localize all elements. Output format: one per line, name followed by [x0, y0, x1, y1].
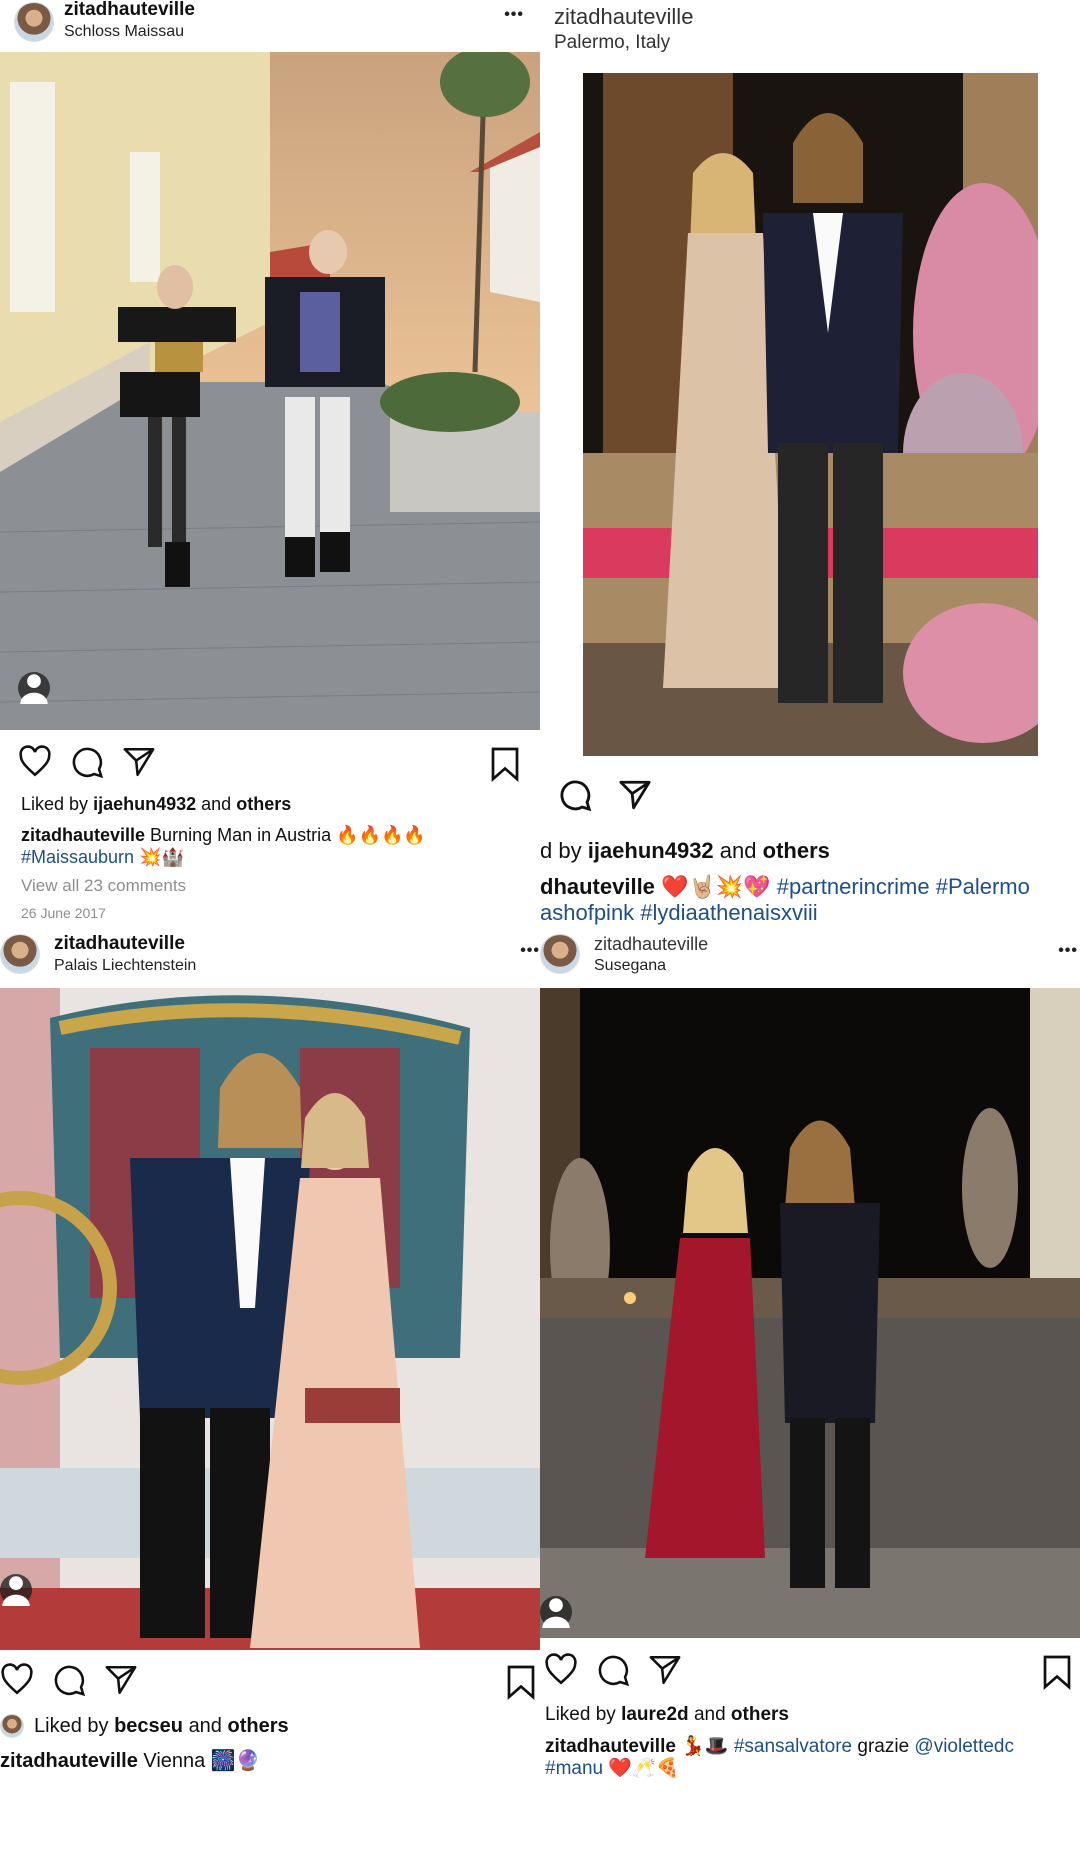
avatar[interactable] [540, 934, 580, 974]
post-header: zitadhauteville Palais Liechtenstein ••• [0, 930, 540, 978]
post-location[interactable]: Susegana [594, 957, 708, 975]
liked-prefix: d by [540, 838, 582, 863]
liked-others-link[interactable]: others [731, 1704, 789, 1725]
liked-and: and [201, 794, 232, 814]
caption-username[interactable]: dhauteville [540, 874, 655, 899]
avatar[interactable] [14, 2, 54, 42]
post-actions [0, 1663, 156, 1697]
liked-by-avatar[interactable] [0, 1714, 24, 1738]
more-icon[interactable]: ••• [1058, 942, 1078, 960]
caption-emoji: ❤️🤘🏼💥💖 [661, 874, 771, 899]
bookmark-icon[interactable] [1042, 1654, 1072, 1690]
garden-photo [583, 73, 1038, 756]
caption-line-1: zitadhauteville Vienna 🎆🔮 [0, 1750, 261, 1772]
comment-icon[interactable] [558, 778, 592, 812]
tagged-user-icon[interactable] [18, 672, 50, 704]
liked-prefix: Liked by [34, 1714, 109, 1737]
post-date: 26 June 2017 [21, 905, 106, 921]
post-actions [558, 778, 670, 812]
carriage-photo [0, 988, 540, 1650]
post-location[interactable]: Palais Liechtenstein [54, 957, 196, 975]
liked-user-link[interactable]: ijaehun4932 [588, 838, 714, 863]
caption-line-1: zitadhauteville 💃🎩 #sansalvatore grazie … [545, 1736, 1014, 1758]
post-schloss-maissau: zitadhauteville Schloss Maissau ••• Like… [0, 0, 540, 930]
caption-line-2: #manu ❤️🥂🍕 [545, 1758, 679, 1780]
post-palais-liechtenstein: zitadhauteville Palais Liechtenstein ••• [0, 930, 540, 1852]
post-header: zitadhauteville Schloss Maissau ••• [0, 0, 540, 44]
tagged-user-icon[interactable] [0, 1574, 32, 1606]
post-photo[interactable] [0, 988, 540, 1650]
liked-others-link[interactable]: others [236, 794, 291, 814]
post-actions [18, 745, 174, 779]
share-icon[interactable] [104, 1663, 138, 1697]
liked-and: and [693, 1704, 726, 1725]
post-location[interactable]: Palermo, Italy [554, 32, 693, 54]
night-terrace-photo [540, 988, 1080, 1638]
caption-text: Vienna 🎆🔮 [143, 1750, 261, 1772]
street-photo [0, 52, 540, 730]
post-location[interactable]: Schloss Maissau [64, 23, 195, 41]
comment-icon[interactable] [52, 1663, 86, 1697]
caption-line-2: #Maissauburn 💥🏰 [21, 846, 184, 868]
caption-emoji: 💃🎩 [681, 1736, 729, 1757]
hashtag-link[interactable]: #manu [545, 1758, 603, 1779]
more-icon[interactable]: ••• [504, 6, 524, 24]
liked-others-link[interactable]: others [763, 838, 830, 863]
post-username[interactable]: zitadhauteville [594, 934, 708, 955]
likes-summary: d by ijaehun4932 and others [540, 838, 830, 864]
share-icon[interactable] [122, 745, 156, 779]
caption-line-2: ashofpink #lydiaathenaisxviii [540, 900, 818, 926]
post-username[interactable]: zitadhauteville [554, 4, 693, 30]
caption-emoji: ❤️🥂🍕 [608, 1758, 680, 1779]
post-actions [544, 1653, 700, 1687]
view-comments-link[interactable]: View all 23 comments [21, 876, 186, 896]
tagged-user-icon[interactable] [540, 1596, 572, 1628]
post-photo[interactable] [0, 52, 540, 730]
hashtag-link[interactable]: #Maissauburn [21, 847, 134, 867]
bookmark-icon[interactable] [490, 746, 520, 782]
caption-emoji: 💥🏰 [139, 847, 184, 867]
hashtag-link[interactable]: #sansalvatore [734, 1736, 852, 1757]
more-icon[interactable]: ••• [520, 942, 540, 960]
post-palermo: zitadhauteville Palermo, Italy d by ijae… [540, 0, 1080, 930]
comment-icon[interactable] [596, 1653, 630, 1687]
post-susegana: zitadhauteville Susegana ••• Liked by la… [540, 930, 1080, 1852]
likes-summary: Liked by ijaehun4932 and others [21, 794, 291, 815]
post-photo[interactable] [583, 73, 1038, 756]
liked-prefix: Liked by [545, 1704, 616, 1725]
liked-user-link[interactable]: laure2d [621, 1704, 689, 1725]
caption-text: Burning Man in Austria 🔥🔥🔥🔥 [150, 825, 426, 845]
caption-username[interactable]: zitadhauteville [21, 825, 145, 845]
post-header: zitadhauteville Susegana ••• [540, 930, 1080, 978]
hashtag-link[interactable]: #partnerincrime #Palermo [777, 874, 1030, 899]
post-header: zitadhauteville Palermo, Italy [540, 2, 1080, 56]
bookmark-icon[interactable] [506, 1664, 536, 1700]
liked-others-link[interactable]: others [228, 1715, 289, 1738]
caption-line-1: dhauteville ❤️🤘🏼💥💖 #partnerincrime #Pale… [540, 874, 1030, 900]
post-photo[interactable] [540, 988, 1080, 1638]
heart-icon[interactable] [0, 1663, 34, 1697]
mention-link[interactable]: @violettedc [914, 1736, 1014, 1757]
liked-prefix: Liked by [21, 794, 89, 814]
likes-summary: Liked by laure2d and others [545, 1704, 789, 1726]
caption-text: grazie [857, 1736, 910, 1757]
heart-icon[interactable] [18, 745, 52, 779]
liked-user-link[interactable]: becseu [114, 1715, 183, 1738]
heart-icon[interactable] [544, 1653, 578, 1687]
share-icon[interactable] [618, 778, 652, 812]
liked-user-link[interactable]: ijaehun4932 [93, 794, 196, 814]
share-icon[interactable] [648, 1653, 682, 1687]
caption-line-1: zitadhauteville Burning Man in Austria 🔥… [21, 824, 426, 846]
caption-username[interactable]: zitadhauteville [545, 1736, 676, 1757]
post-username[interactable]: zitadhauteville [64, 0, 195, 21]
comment-icon[interactable] [70, 745, 104, 779]
likes-summary: Liked by becseu and others [0, 1714, 289, 1738]
liked-and: and [719, 838, 757, 863]
caption-username[interactable]: zitadhauteville [0, 1750, 138, 1772]
post-username[interactable]: zitadhauteville [54, 933, 196, 955]
avatar[interactable] [0, 934, 40, 974]
liked-and: and [188, 1714, 222, 1737]
hashtag-link[interactable]: ashofpink #lydiaathenaisxviii [540, 900, 818, 925]
